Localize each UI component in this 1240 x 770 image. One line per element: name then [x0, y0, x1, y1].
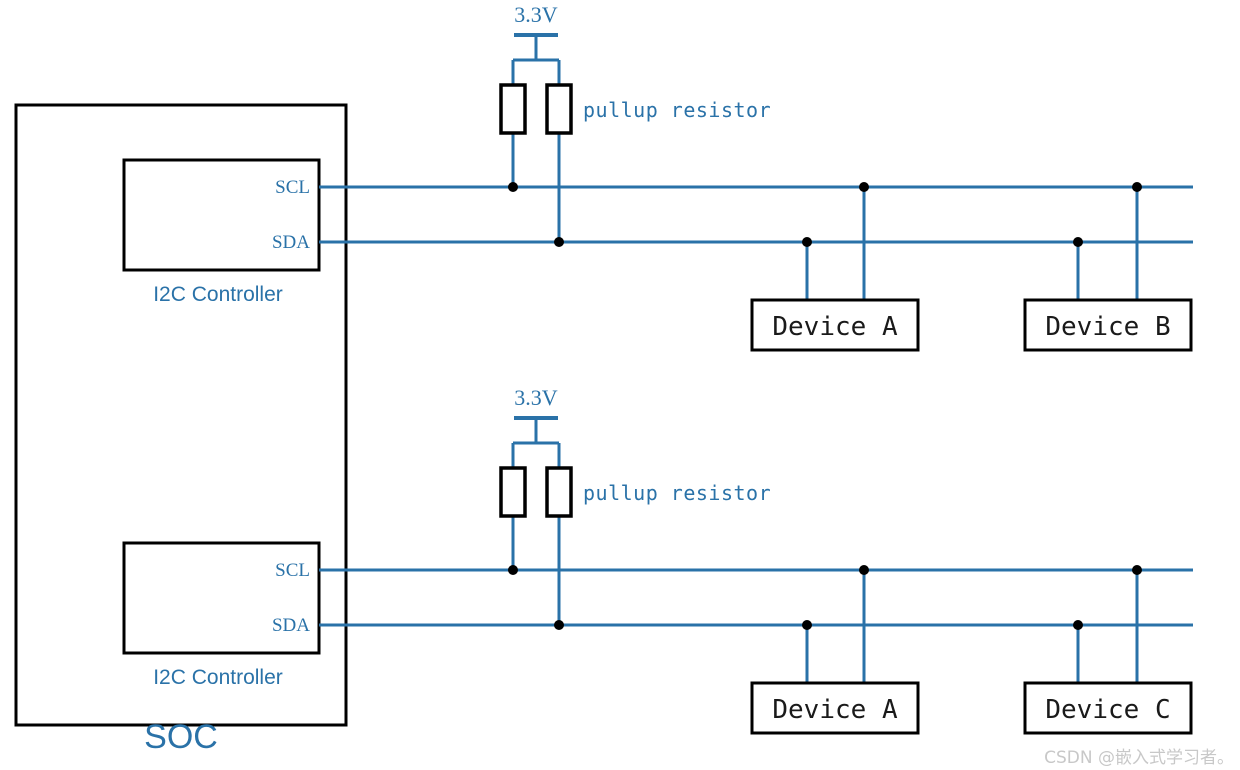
device-a-bottom-label: Device A	[772, 695, 898, 725]
controller-bottom-pin-sda: SDA	[272, 615, 310, 636]
controller-bottom-label: I2C Controller	[153, 666, 283, 689]
bus-lines-group	[319, 185, 1193, 627]
device-b-top-label: Device B	[1045, 312, 1170, 342]
controller-top-pin-scl: SCL	[275, 177, 310, 198]
junction-device-b-top-scl	[1132, 182, 1142, 192]
pullup-top-label: pullup resistor	[583, 98, 771, 122]
junction-device-c-bottom-sda	[1073, 620, 1083, 630]
junction-device-b-top-sda	[1073, 237, 1083, 247]
controller-bottom-pin-scl: SCL	[275, 560, 310, 581]
schematic-canvas: SOC SCL SDA I2C Controller SCL SDA I2C C…	[14, 2, 1193, 756]
power-rail-bottom: 3.3V pullup resistor	[499, 385, 771, 630]
rail-bottom-voltage-label: 3.3V	[514, 385, 558, 410]
pullup-top-sda-resistor	[545, 83, 573, 135]
junction-device-a-top-sda	[802, 237, 812, 247]
controller-top-label: I2C Controller	[153, 283, 283, 306]
junction-pullup-top-sda	[554, 237, 564, 247]
i2c-topology-diagram: SOC SCL SDA I2C Controller SCL SDA I2C C…	[0, 0, 1240, 770]
controller-top-pin-sda: SDA	[272, 232, 310, 253]
device-a-top-label: Device A	[772, 312, 898, 342]
junction-device-a-top-scl	[859, 182, 869, 192]
device-c-bottom-label: Device C	[1045, 695, 1170, 725]
junction-pullup-bottom-scl	[508, 565, 518, 575]
csdn-watermark: CSDN @嵌入式学习者。	[1044, 748, 1234, 768]
devices-group: Device A Device B Device A Device C	[750, 182, 1193, 735]
junction-device-a-bottom-sda	[802, 620, 812, 630]
device-a-bottom: Device A	[750, 565, 920, 735]
junction-device-c-bottom-scl	[1132, 565, 1142, 575]
pullup-top-scl-resistor	[499, 83, 527, 135]
soc-label: SOC	[144, 718, 218, 756]
junction-pullup-top-scl	[508, 182, 518, 192]
device-a-top: Device A	[750, 182, 920, 352]
junction-device-a-bottom-scl	[859, 565, 869, 575]
device-c-bottom: Device C	[1023, 565, 1193, 735]
rail-top-voltage-label: 3.3V	[514, 2, 558, 27]
pullup-bottom-label: pullup resistor	[583, 481, 771, 505]
pullup-bottom-scl-resistor	[499, 466, 527, 518]
power-rail-top: 3.3V pullup resistor	[499, 2, 771, 247]
junction-pullup-bottom-sda	[554, 620, 564, 630]
pullup-bottom-sda-resistor	[545, 466, 573, 518]
device-b-top: Device B	[1023, 182, 1193, 352]
